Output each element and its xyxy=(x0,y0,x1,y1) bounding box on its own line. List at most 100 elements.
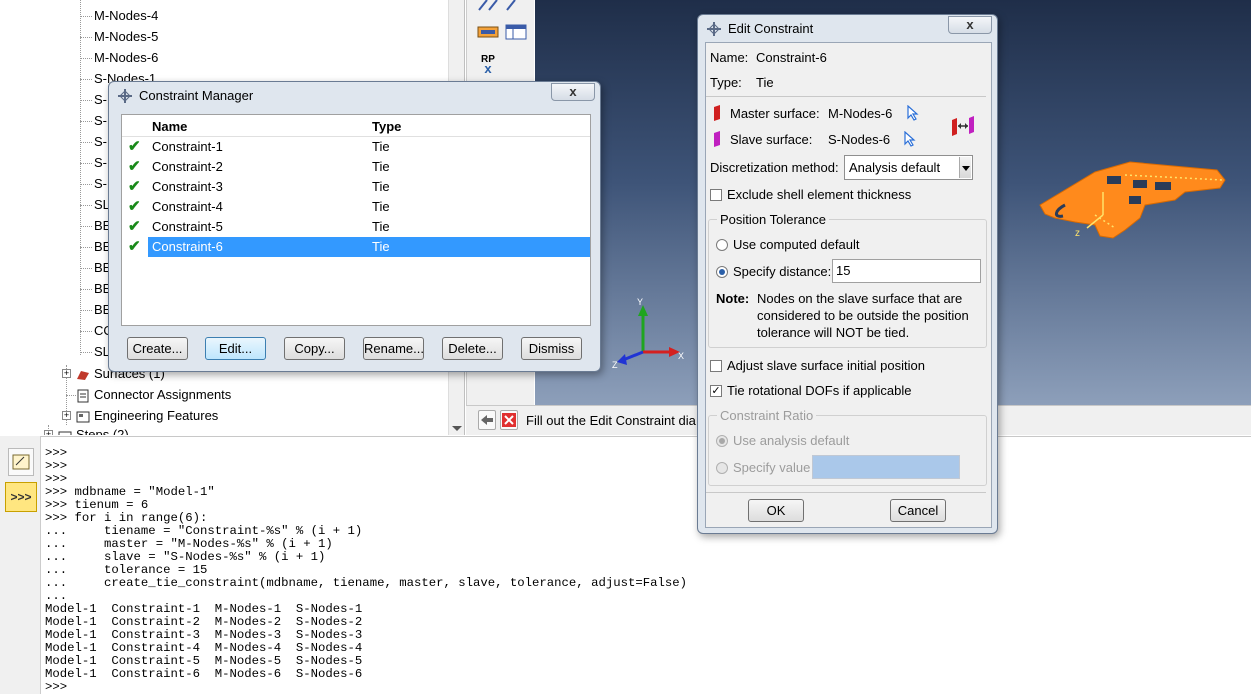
svg-text:Z: Z xyxy=(612,360,618,370)
constraint-type: Tie xyxy=(372,159,390,174)
cancel-procedure-icon[interactable] xyxy=(500,410,518,430)
specify-value-label: Specify value xyxy=(733,460,811,475)
switch-surfaces-icon[interactable] xyxy=(950,115,976,137)
use-analysis-default-label: Use analysis default xyxy=(733,433,850,448)
check-icon: ✔ xyxy=(128,138,141,155)
surface-icon xyxy=(77,370,89,380)
rename-button[interactable]: Rename... xyxy=(363,337,424,360)
type-value: Tie xyxy=(756,75,774,90)
tree-item[interactable]: M-Nodes-5 xyxy=(94,27,158,47)
axis-triad: Y X Z xyxy=(612,297,684,370)
constraint-row[interactable]: ✔ Constraint-5 Tie xyxy=(122,217,590,237)
constraint-ratio-title: Constraint Ratio xyxy=(717,408,817,423)
position-tolerance-title: Position Tolerance xyxy=(717,212,829,227)
copy-button[interactable]: Copy... xyxy=(284,337,345,360)
constraint-name: Constraint-3 xyxy=(152,179,223,194)
abaqus-icon xyxy=(707,22,721,36)
kernel-command-line[interactable]: >>> >>> >>> >>> mdbname = "Model-1" >>> … xyxy=(41,436,1251,694)
tie-rotational-label: Tie rotational DOFs if applicable xyxy=(727,383,912,398)
constraint-type: Tie xyxy=(372,179,390,194)
edit-constraint-titlebar[interactable]: Edit Constraint x xyxy=(698,15,997,43)
check-icon: ✔ xyxy=(128,218,141,235)
discretization-select[interactable]: Analysis default xyxy=(844,155,973,180)
check-icon: ✔ xyxy=(128,238,141,255)
separator xyxy=(706,492,986,493)
connector-icon xyxy=(77,389,89,403)
check-icon: ✔ xyxy=(128,158,141,175)
use-analysis-default-radio xyxy=(716,435,728,447)
name-value: Constraint-6 xyxy=(756,50,827,65)
ok-button[interactable]: OK xyxy=(748,499,804,522)
adjust-slave-checkbox[interactable] xyxy=(710,360,722,372)
prompt-text: Fill out the Edit Constraint dia xyxy=(526,413,696,428)
chevron-down-icon[interactable] xyxy=(959,157,971,178)
check-icon: ✔ xyxy=(128,198,141,215)
create-button[interactable]: Create... xyxy=(127,337,188,360)
tree-item[interactable]: M-Nodes-6 xyxy=(94,48,158,68)
constraint-list-header: Name Type xyxy=(122,117,590,137)
python-shell-icon[interactable]: >>> xyxy=(5,482,37,512)
expand-engineering-features-icon[interactable]: + xyxy=(62,411,71,420)
console-sidebar: >>> xyxy=(0,436,41,694)
create-constraint-tool-icon[interactable] xyxy=(503,0,529,18)
note-line-1: Nodes on the slave surface that are xyxy=(757,291,963,306)
constraint-row[interactable]: ✔ Constraint-4 Tie xyxy=(122,197,590,217)
constraint-name: Constraint-1 xyxy=(152,139,223,154)
tree-item[interactable]: M-Nodes-4 xyxy=(94,6,158,26)
table-tool-icon[interactable] xyxy=(503,20,529,44)
use-computed-radio[interactable] xyxy=(716,239,728,251)
exclude-shell-label: Exclude shell element thickness xyxy=(727,187,912,202)
specify-distance-label: Specify distance: xyxy=(733,264,832,279)
cancel-button[interactable]: Cancel xyxy=(890,499,946,522)
constraint-type: Tie xyxy=(372,139,390,154)
select-slave-arrow-icon[interactable] xyxy=(903,131,917,147)
select-master-arrow-icon[interactable] xyxy=(906,105,920,121)
separator xyxy=(706,96,986,97)
use-computed-label: Use computed default xyxy=(733,237,860,252)
constraint-name: Constraint-4 xyxy=(152,199,223,214)
reference-point-tool-icon[interactable]: RP x xyxy=(475,52,501,76)
constraint-row[interactable]: ✔ Constraint-6 Tie xyxy=(122,237,590,257)
svg-text:Y: Y xyxy=(637,297,643,307)
engineering-features-icon xyxy=(76,411,90,423)
specify-distance-radio[interactable] xyxy=(716,266,728,278)
delete-button[interactable]: Delete... xyxy=(442,337,503,360)
check-icon: ✔ xyxy=(128,178,141,195)
constraint-list[interactable]: Name Type ✔ Constraint-1 Tie ✔ Constraint-2 T… xyxy=(121,114,591,326)
constraint-name: Constraint-2 xyxy=(152,159,223,174)
close-button[interactable]: x xyxy=(551,83,595,101)
column-name-header[interactable]: Name xyxy=(152,119,187,134)
back-arrow-icon[interactable] xyxy=(478,410,496,430)
edit-button[interactable]: Edit... xyxy=(205,337,266,360)
scroll-down-icon[interactable] xyxy=(452,426,462,431)
constraint-row[interactable]: ✔ Constraint-1 Tie xyxy=(122,137,590,157)
discretization-label: Discretization method: xyxy=(710,160,839,175)
constraint-manager-tool-icon[interactable] xyxy=(475,20,501,44)
tie-rotational-checkbox[interactable]: ✓ xyxy=(710,385,722,397)
create-constraint-tool-icon[interactable] xyxy=(475,0,501,18)
exclude-shell-checkbox[interactable] xyxy=(710,189,722,201)
tree-item-connector-assignments[interactable]: Connector Assignments xyxy=(76,385,231,405)
tree-item-engineering-features[interactable]: Engineering Features xyxy=(76,406,218,426)
constraint-type: Tie xyxy=(372,239,390,254)
dismiss-button[interactable]: Dismiss xyxy=(521,337,582,360)
console-output: >>> >>> >>> >>> mdbname = "Model-1" >>> … xyxy=(45,446,688,694)
svg-text:z: z xyxy=(1075,228,1080,239)
expand-steps-icon[interactable]: + xyxy=(44,430,53,435)
constraint-row[interactable]: ✔ Constraint-3 Tie xyxy=(122,177,590,197)
expand-surfaces-icon[interactable]: + xyxy=(62,369,71,378)
column-type-header[interactable]: Type xyxy=(372,119,401,134)
note-line-2: considered to be outside the position xyxy=(757,308,969,323)
ratio-value-input xyxy=(812,455,960,479)
note-label: Note: xyxy=(716,291,750,306)
model-part: z xyxy=(1039,161,1226,239)
tree-item-steps[interactable]: Steps (2) xyxy=(58,425,129,435)
constraint-manager-titlebar[interactable]: Constraint Manager x xyxy=(109,82,600,110)
close-button[interactable]: x xyxy=(948,16,992,34)
note-line-3: tolerance will NOT be tied. xyxy=(757,325,910,340)
distance-input[interactable]: 15 xyxy=(832,259,981,283)
name-label: Name: xyxy=(710,50,749,65)
constraint-row[interactable]: ✔ Constraint-2 Tie xyxy=(122,157,590,177)
message-area-icon[interactable] xyxy=(8,448,34,476)
constraint-name: Constraint-5 xyxy=(152,219,223,234)
